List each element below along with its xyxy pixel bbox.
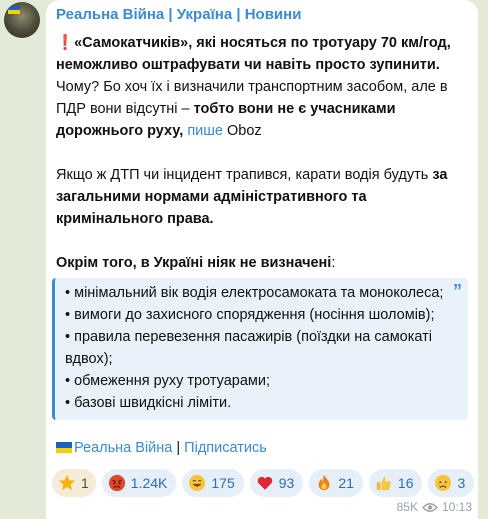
exclamation-icon: ❗️ <box>56 35 75 51</box>
footer-separator: | <box>172 440 185 456</box>
paragraph-1: ❗️«Самокатчиків», які носяться по тротуа… <box>56 35 451 139</box>
reaction-grin[interactable]: 175 <box>182 469 244 497</box>
reaction-crying[interactable]: 3 <box>428 469 475 497</box>
eye-icon <box>422 502 438 512</box>
post-footer: Реальна Війна | Підписатись <box>56 440 267 456</box>
quote-item: • правила перевезення пасажирів (поїздки… <box>65 329 433 367</box>
reaction-count: 16 <box>397 475 414 491</box>
reactions-bar: 1 1.24K 175 93 21 16 3 <box>52 469 475 497</box>
reaction-count: 1 <box>81 475 89 491</box>
channel-name[interactable]: Реальна Війна | Україна | Новини <box>56 6 301 23</box>
quote-icon: ” <box>453 281 462 301</box>
crying-face-icon <box>435 474 452 492</box>
channel-link[interactable]: Реальна Війна <box>74 440 172 456</box>
blockquote: ” • мінімальний вік водія електросамокат… <box>52 278 468 420</box>
paragraph-2: Якщо ж ДТП чи інцидент трапився, карати … <box>56 167 448 227</box>
fire-icon <box>318 474 330 491</box>
reaction-heart[interactable]: 93 <box>249 469 304 497</box>
angry-face-icon <box>108 474 125 492</box>
subscribe-link[interactable]: Підписатись <box>184 440 267 456</box>
reaction-count: 175 <box>211 475 235 491</box>
grinning-face-icon <box>189 474 206 492</box>
quote-item: • мінімальний вік водія електросамоката … <box>65 285 444 301</box>
view-count: 85K <box>396 500 418 514</box>
message-bubble: Реальна Війна | Україна | Новини ❗️«Само… <box>46 0 478 519</box>
source-link[interactable]: пише <box>187 123 223 139</box>
quote-item: • вимоги до захисного спорядження (носін… <box>65 307 435 323</box>
reaction-count: 3 <box>457 475 466 491</box>
quote-item: • базові швидкісні ліміти. <box>65 395 232 411</box>
channel-avatar[interactable] <box>4 2 40 38</box>
message-meta: 85K 10:13 <box>397 500 472 514</box>
reaction-count: 93 <box>278 475 295 491</box>
reaction-count: 21 <box>338 475 354 491</box>
reaction-angry[interactable]: 1.24K <box>101 469 177 497</box>
star-icon <box>58 474 76 491</box>
reaction-thumbs-up[interactable]: 16 <box>368 469 423 497</box>
ukraine-flag-icon <box>56 442 72 453</box>
message-text: ❗️«Самокатчиків», які носяться по тротуа… <box>52 32 468 420</box>
ukraine-flag-icon <box>8 6 20 14</box>
thumbs-up-icon <box>376 476 391 491</box>
reaction-count: 1.24K <box>130 475 168 491</box>
heart-icon <box>257 476 273 490</box>
reaction-star[interactable]: 1 <box>52 469 96 497</box>
paragraph-3: Окрім того, в Україні ніяк не визначені: <box>56 255 336 271</box>
reaction-fire[interactable]: 21 <box>309 469 363 497</box>
message-time: 10:13 <box>441 500 472 514</box>
quote-item: • обмеження руху тротуарами; <box>65 373 270 389</box>
